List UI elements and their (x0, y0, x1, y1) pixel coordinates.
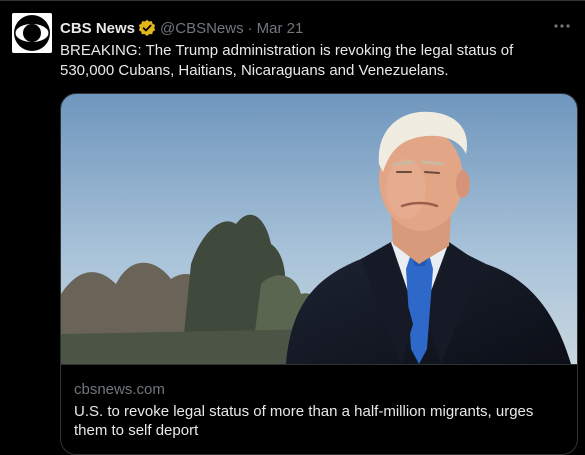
cbs-eye-logo-icon (12, 13, 52, 53)
card-domain: cbsnews.com (74, 381, 165, 398)
link-card[interactable]: cbsnews.com U.S. to revoke legal status … (60, 93, 578, 455)
author-handle[interactable]: @CBSNews (160, 20, 244, 37)
gold-verified-badge-icon[interactable] (138, 19, 156, 37)
card-footer[interactable]: cbsnews.com U.S. to revoke legal status … (61, 364, 577, 454)
tweet-text: BREAKING: The Trump administration is re… (60, 42, 514, 79)
cbs-logo-avatar[interactable] (12, 13, 52, 53)
article-photo[interactable] (61, 94, 577, 364)
tweet[interactable]: CBS News @CBSNews · Mar 21 BREAKING: The… (0, 0, 585, 455)
tweet-date[interactable]: Mar 21 (257, 20, 304, 37)
header-separator: · (247, 19, 253, 37)
tweet-header: CBS News @CBSNews · Mar 21 (60, 18, 303, 38)
card-title[interactable]: U.S. to revoke legal status of more than… (74, 402, 564, 440)
more-options-icon[interactable] (551, 15, 573, 37)
author-name[interactable]: CBS News (60, 20, 135, 37)
